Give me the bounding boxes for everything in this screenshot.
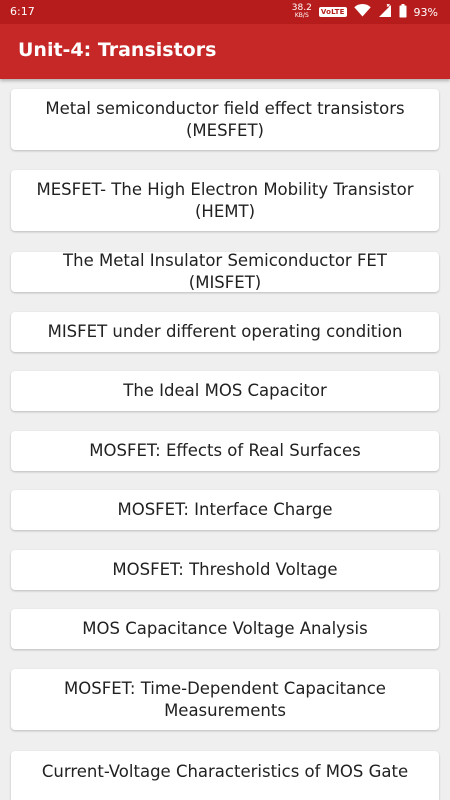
topic-card-misfet-operating[interactable]: MISFET under different operating conditi… <box>11 312 439 352</box>
wifi-icon <box>353 4 371 20</box>
status-time: 6:17 <box>10 5 35 18</box>
topic-card-capacitance-voltage[interactable]: MOS Capacitance Voltage Analysis <box>11 609 439 649</box>
topic-card-ideal-mos-capacitor[interactable]: The Ideal MOS Capacitor <box>11 371 439 411</box>
app-bar: Unit-4: Transistors <box>0 24 450 79</box>
topic-card-threshold-voltage[interactable]: MOSFET: Threshold Voltage <box>11 550 439 590</box>
battery-icon <box>399 3 407 21</box>
topic-card-mesfet[interactable]: Metal semiconductor field effect transis… <box>11 89 439 150</box>
topic-list[interactable]: Metal semiconductor field effect transis… <box>0 79 450 800</box>
page-title: Unit-4: Transistors <box>18 39 217 61</box>
topic-card-hemt[interactable]: MESFET- The High Electron Mobility Trans… <box>11 170 439 231</box>
status-icons: 38.2 KB/S VoLTE 93% <box>292 3 438 21</box>
topic-card-misfet[interactable]: The Metal Insulator Semiconductor FET (M… <box>11 251 439 292</box>
network-speed: 38.2 KB/S <box>292 4 312 20</box>
battery-percent: 93% <box>413 5 438 19</box>
status-bar: 6:17 38.2 KB/S VoLTE 93% <box>0 0 450 24</box>
topic-card-real-surfaces[interactable]: MOSFET: Effects of Real Surfaces <box>11 431 439 471</box>
network-speed-value: 38.2 <box>291 3 312 13</box>
volte-badge: VoLTE <box>318 7 347 17</box>
signal-icon <box>378 3 392 21</box>
topic-card-time-dependent-capacitance[interactable]: MOSFET: Time-Dependent Capacitance Measu… <box>11 669 439 730</box>
topic-card-interface-charge[interactable]: MOSFET: Interface Charge <box>11 490 439 530</box>
network-speed-unit: KB/S <box>294 12 309 19</box>
topic-card-current-voltage[interactable]: Current-Voltage Characteristics of MOS G… <box>11 751 439 800</box>
